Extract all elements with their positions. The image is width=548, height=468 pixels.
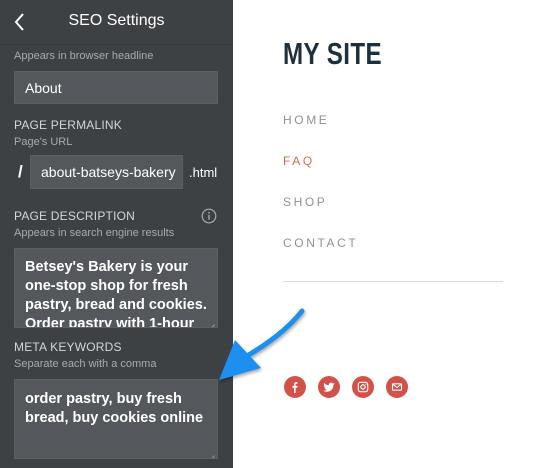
facebook-icon[interactable] — [284, 376, 306, 398]
site-preview — [233, 0, 548, 468]
page-title-input[interactable]: About — [14, 71, 218, 104]
panel-header: SEO Settings — [0, 0, 233, 44]
keywords-label: META KEYWORDS — [14, 340, 122, 354]
permalink-label: PAGE PERMALINK — [14, 118, 122, 132]
description-text: Betsey's Bakery is your one-stop shop fo… — [25, 259, 207, 328]
twitter-icon[interactable] — [318, 376, 340, 398]
header-divider — [0, 44, 233, 45]
keywords-text: order pastry, buy fresh bread, buy cooki… — [25, 391, 204, 426]
nav-item-faq[interactable]: FAQ — [283, 154, 315, 168]
panel-title: SEO Settings — [68, 12, 165, 29]
site-title: MY SITE — [283, 36, 383, 71]
description-hint: Appears in search engine results — [14, 227, 175, 239]
resize-handle[interactable] — [207, 448, 215, 456]
nav-item-home[interactable]: HOME — [283, 113, 329, 127]
keywords-textarea[interactable]: order pastry, buy fresh bread, buy cooki… — [14, 379, 218, 459]
nav-item-contact[interactable]: CONTACT — [283, 236, 358, 250]
email-icon[interactable] — [386, 376, 408, 398]
page-title-hint: Appears in browser headline — [14, 50, 154, 62]
nav-item-shop[interactable]: SHOP — [283, 195, 327, 209]
permalink-input[interactable]: about-batseys-bakery — [30, 155, 183, 189]
instagram-icon[interactable] — [352, 376, 374, 398]
permalink-hint: Page's URL — [14, 136, 73, 148]
resize-handle[interactable] — [207, 317, 215, 325]
info-icon[interactable] — [201, 208, 217, 224]
description-label: PAGE DESCRIPTION — [14, 209, 135, 223]
description-textarea[interactable]: Betsey's Bakery is your one-stop shop fo… — [14, 248, 218, 328]
keywords-hint: Separate each with a comma — [14, 358, 157, 370]
seo-settings-panel: SEO Settings Appears in browser headline… — [0, 0, 233, 468]
nav-divider — [283, 281, 503, 282]
permalink-prefix: / — [18, 162, 23, 181]
permalink-suffix: .html — [189, 165, 218, 180]
